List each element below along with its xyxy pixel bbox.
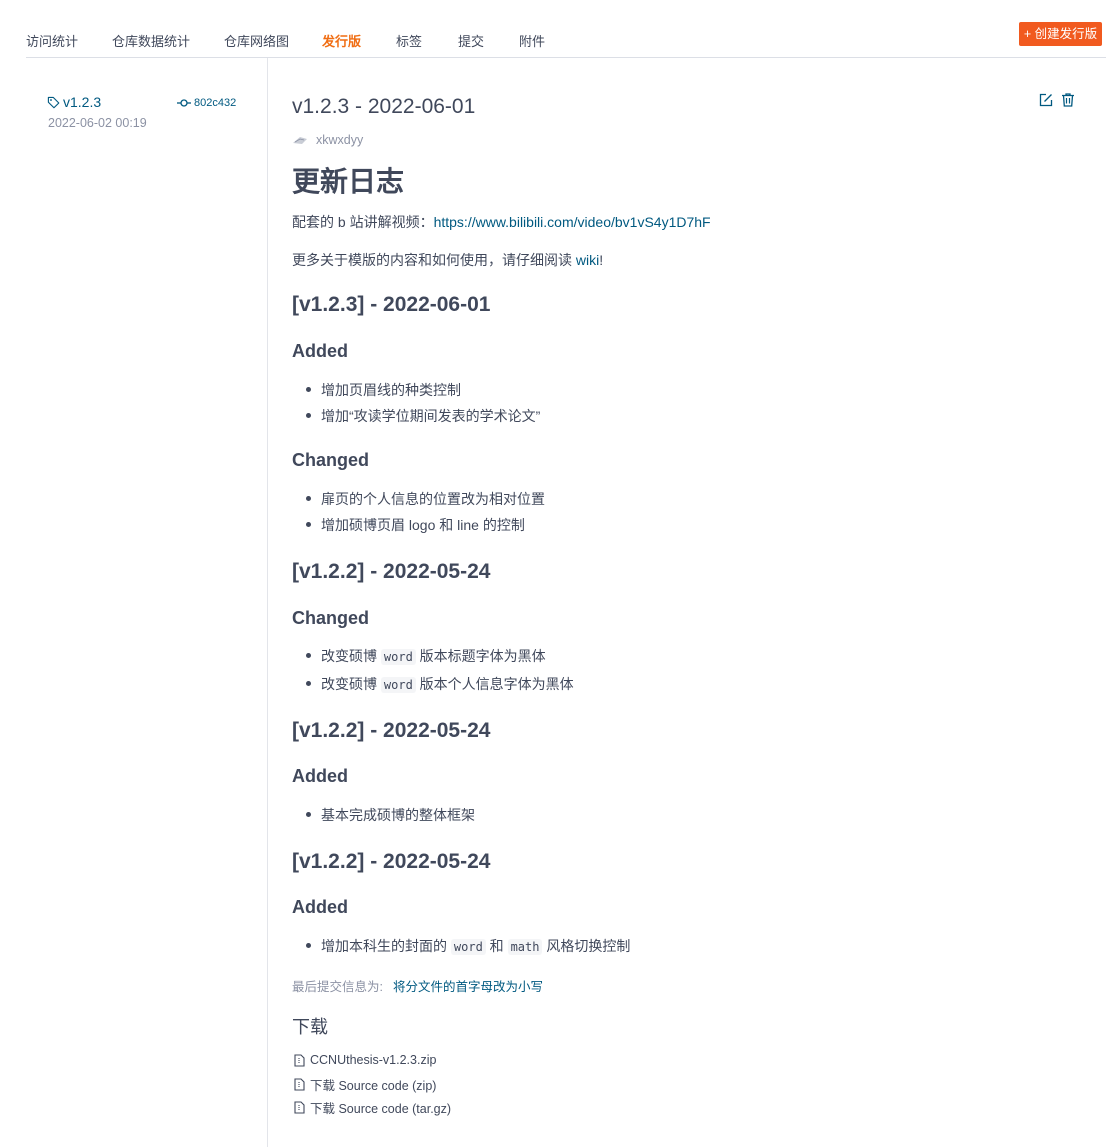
- tab-attachments[interactable]: 附件: [519, 31, 545, 50]
- tag-name: v1.2.3: [63, 94, 102, 110]
- tab-releases[interactable]: 发行版: [322, 31, 361, 50]
- last-commit-label: 最后提交信息为:: [292, 980, 383, 994]
- item-text: 和: [485, 938, 508, 954]
- downloads-heading: 下载: [292, 1017, 328, 1037]
- changelog-heading: 更新日志: [292, 166, 405, 197]
- inline-code: word: [380, 677, 416, 693]
- list-item: 增加页眉线的种类控制: [306, 382, 461, 398]
- item-text: 增加本科生的封面的: [321, 938, 451, 954]
- group-heading: Added: [292, 766, 348, 786]
- item-text: 改变硕博: [321, 676, 381, 692]
- commit-link[interactable]: 802c432: [177, 97, 236, 109]
- tab-repo-data-stats[interactable]: 仓库数据统计: [112, 31, 190, 50]
- tag-link[interactable]: v1.2.3: [47, 94, 101, 110]
- video-prefix: 配套的 b 站讲解视频：: [292, 214, 434, 230]
- item-text: 改变硕博: [321, 648, 381, 664]
- list-item: 基本完成硕博的整体框架: [306, 807, 475, 823]
- wiki-suffix: !: [599, 252, 604, 268]
- download-link-source-targz[interactable]: 下载 Source code (tar.gz): [294, 1098, 451, 1117]
- list-item: 增加“攻读学位期间发表的学术论文”: [305, 408, 541, 424]
- tab-network-graph[interactable]: 仓库网络图: [224, 31, 289, 50]
- download-name: 下载 Source code (tar.gz): [310, 1102, 452, 1116]
- tab-visit-stats[interactable]: 访问统计: [26, 31, 78, 50]
- create-release-button[interactable]: + 创建发行版: [1019, 22, 1102, 46]
- top-nav: 访问统计 仓库数据统计 仓库网络图 发行版 标签 提交 附件: [26, 0, 1106, 58]
- file-zip-icon: [294, 1078, 305, 1091]
- wiki-paragraph: 更多关于模版的内容和如何使用，请仔细阅读 wiki!: [292, 250, 603, 270]
- video-paragraph: 配套的 b 站讲解视频：https://www.bilibili.com/vid…: [292, 212, 711, 232]
- inline-code: word: [450, 939, 486, 955]
- list-item: 增加本科生的封面的 word 和 math 风格切换控制: [305, 936, 631, 956]
- version-heading: [v1.2.2] - 2022-05-24: [292, 850, 491, 873]
- download-link-source-zip[interactable]: 下载 Source code (zip): [294, 1075, 436, 1094]
- release-author[interactable]: xkwxdyy: [292, 133, 363, 147]
- inline-code: word: [380, 649, 416, 665]
- group-heading: Changed: [292, 608, 370, 628]
- download-link-asset[interactable]: CCNUthesis-v1.2.3.zip: [294, 1053, 436, 1067]
- last-commit-link[interactable]: 将分文件的首字母改为小写: [393, 980, 543, 994]
- list-item: 改变硕博 word 版本个人信息字体为黑体: [306, 674, 574, 694]
- list-item: 扉页的个人信息的位置改为相对位置: [306, 491, 545, 507]
- inline-code: math: [507, 939, 543, 955]
- wiki-prefix: 更多关于模版的内容和如何使用，请仔细阅读: [292, 252, 576, 268]
- item-text: 版本个人信息字体为黑体: [415, 676, 574, 692]
- commit-icon: [177, 99, 191, 107]
- video-link[interactable]: https://www.bilibili.com/video/bv1vS4y1D…: [434, 214, 711, 230]
- download-name: 下载 Source code (zip): [310, 1079, 437, 1093]
- release-sidebar: v1.2.3 802c432 2022-06-02 00:19: [0, 58, 268, 1147]
- list-item: 改变硕博 word 版本标题字体为黑体: [306, 646, 546, 666]
- wiki-link[interactable]: wiki: [576, 252, 599, 268]
- download-name: CCNUthesis-v1.2.3.zip: [310, 1053, 437, 1067]
- version-heading: [v1.2.2] - 2022-05-24: [292, 560, 491, 583]
- file-zip-icon: [294, 1101, 305, 1114]
- avatar: [293, 137, 307, 144]
- file-zip-icon: [294, 1053, 305, 1067]
- tab-commits[interactable]: 提交: [458, 31, 484, 50]
- delete-icon[interactable]: [1060, 92, 1076, 108]
- tab-tags[interactable]: 标签: [396, 31, 422, 50]
- group-heading: Added: [292, 897, 348, 917]
- author-name: xkwxdyy: [316, 133, 364, 147]
- release-title: v1.2.3 - 2022-06-01: [292, 95, 476, 118]
- tag-icon: [47, 96, 60, 108]
- group-heading: Changed: [292, 450, 370, 470]
- item-text: 版本标题字体为黑体: [415, 648, 546, 664]
- commit-hash: 802c432: [194, 97, 237, 109]
- version-heading: [v1.2.3] - 2022-06-01: [292, 293, 491, 316]
- group-heading: Added: [292, 341, 348, 361]
- edit-icon[interactable]: [1038, 92, 1054, 108]
- list-item: 增加硕博页眉 logo 和 line 的控制: [306, 517, 525, 533]
- version-heading: [v1.2.2] - 2022-05-24: [292, 719, 491, 742]
- item-text: 风格切换控制: [542, 938, 631, 954]
- last-commit-info: 最后提交信息为: 将分文件的首字母改为小写: [292, 976, 543, 995]
- release-date: 2022-06-02 00:19: [48, 116, 147, 130]
